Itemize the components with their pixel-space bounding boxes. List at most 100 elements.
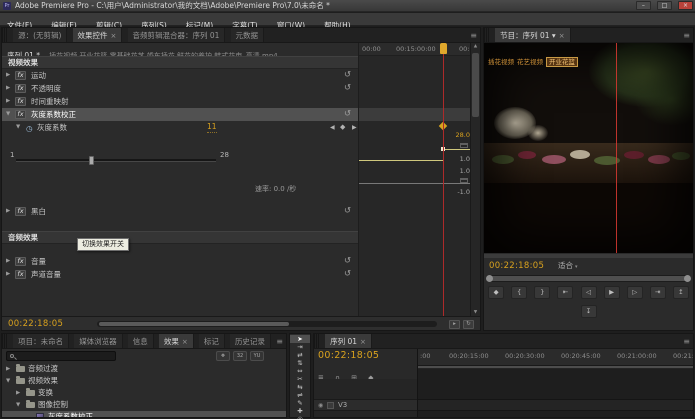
rolling-edit-tool[interactable]: ⇅ xyxy=(290,359,310,367)
gamma-slider-handle[interactable] xyxy=(89,156,94,165)
panel-drag-handle[interactable] xyxy=(2,28,8,43)
tab-close-icon[interactable]: × xyxy=(111,32,117,40)
panel-menu-icon[interactable]: ≡ xyxy=(683,28,690,43)
tab-close-icon[interactable]: × xyxy=(360,338,366,346)
expand-icon[interactable]: ▶ xyxy=(6,82,10,95)
collapse-icon[interactable]: ▼ xyxy=(16,121,20,134)
add-keyframe-icon[interactable]: ◆ xyxy=(340,121,345,134)
stopwatch-icon[interactable]: ◷ xyxy=(26,122,33,135)
effect-controls-keyframe-area[interactable]: 00:00 00:15:00:00 00:3 28.0 1.0 1.0 -1.0 xyxy=(358,43,472,316)
timeline-timecode[interactable]: 00:22:18:05 xyxy=(318,350,379,361)
play-icon[interactable]: ▸ xyxy=(449,320,460,329)
timeline-ruler[interactable]: :00 00:20:15:00 00:20:30:00 00:20:45:00 … xyxy=(418,349,693,366)
close-button[interactable]: × xyxy=(678,1,693,10)
fx-toggle-icon[interactable]: fx xyxy=(15,71,26,80)
slip-tool[interactable]: ⇆ xyxy=(290,383,310,391)
track-v3-lane[interactable] xyxy=(418,399,693,411)
expand-icon[interactable]: ▶ xyxy=(6,69,10,82)
tab-effect-controls[interactable]: 效果控件× xyxy=(73,28,123,43)
tab-metadata[interactable]: 元数据 xyxy=(231,28,265,43)
tab-project[interactable]: 项目：未命名 xyxy=(13,334,69,349)
effect-row-opacity[interactable]: ▶ fx 不透明度 ↺ xyxy=(2,82,358,95)
fx-toggle-icon[interactable]: fx xyxy=(15,270,26,279)
tab-audio-clip-mixer[interactable]: 音频剪辑混合器：序列 01 xyxy=(128,28,226,43)
track-select-tool[interactable]: ⇥ xyxy=(290,343,310,351)
step-forward-button[interactable]: ▷ xyxy=(627,286,643,299)
tab-effects[interactable]: 效果× xyxy=(159,334,194,349)
maximize-button[interactable]: □ xyxy=(657,1,672,10)
extract-button[interactable]: ↧ xyxy=(581,305,597,318)
expand-icon[interactable]: ▶ xyxy=(6,363,10,375)
fx-toggle-icon[interactable]: fx xyxy=(15,207,26,216)
zoom-scrollbar[interactable] xyxy=(486,275,691,282)
panel-menu-icon[interactable]: ≡ xyxy=(470,28,477,43)
hand-tool[interactable]: ✚ xyxy=(290,407,310,415)
effects-search-input[interactable] xyxy=(6,351,116,361)
effect-row-black-white[interactable]: ▶ fx 黑白 ↺ xyxy=(2,205,358,218)
scroll-up-icon[interactable]: ▲ xyxy=(471,44,480,49)
chevron-down-icon[interactable]: ▾ xyxy=(552,31,556,40)
tab-close-icon[interactable]: × xyxy=(559,32,565,40)
collapse-icon[interactable]: ▼ xyxy=(6,108,10,121)
pen-tool[interactable]: ✎ xyxy=(290,399,310,407)
track-header-v3[interactable]: ◉ V3 xyxy=(314,399,417,411)
graph-resize-grip[interactable] xyxy=(460,143,468,148)
track-lock-icon[interactable] xyxy=(327,402,334,409)
expand-icon[interactable]: ▶ xyxy=(6,95,10,108)
tree-item-image-control[interactable]: ▼ 图像控制 xyxy=(2,399,286,411)
go-to-in-button[interactable]: ⇤ xyxy=(557,286,573,299)
ripple-edit-tool[interactable]: ⇄ xyxy=(290,351,310,359)
program-timecode[interactable]: 00:22:18:05 xyxy=(489,259,544,273)
expand-icon[interactable]: ▶ xyxy=(6,255,10,268)
reset-icon[interactable]: ↺ xyxy=(344,108,351,121)
gamma-slider[interactable] xyxy=(16,159,216,162)
playhead-line[interactable] xyxy=(443,54,444,316)
fx-toggle-icon[interactable]: fx xyxy=(15,257,26,266)
effect-row-volume[interactable]: ▶ fx 音量 ↺ xyxy=(2,255,358,268)
step-back-button[interactable]: ◁ xyxy=(581,286,597,299)
lift-button[interactable]: ↥ xyxy=(673,286,689,299)
add-marker-button[interactable]: ◆ xyxy=(488,286,504,299)
accelerated-effects-filter-icon[interactable]: ❖ xyxy=(216,351,230,361)
tab-history[interactable]: 历史记录 xyxy=(230,334,271,349)
tab-source-monitor[interactable]: 源：(无剪辑) xyxy=(13,28,67,43)
tab-markers[interactable]: 标记 xyxy=(199,334,225,349)
scroll-down-icon[interactable]: ▼ xyxy=(471,310,480,315)
scrollbar-thumb[interactable] xyxy=(472,53,479,117)
graph-resize-grip[interactable] xyxy=(460,178,468,183)
fx-toggle-icon[interactable]: fx xyxy=(15,97,26,106)
mark-in-button[interactable]: { xyxy=(511,286,527,299)
fx-toggle-icon[interactable]: fx xyxy=(15,110,26,119)
collapse-icon[interactable]: ▼ xyxy=(6,375,10,387)
effect-row-motion[interactable]: ▶ fx 运动 ↺ xyxy=(2,69,358,82)
tab-close-icon[interactable]: × xyxy=(182,338,188,346)
effect-controls-timecode[interactable]: 00:22:18:05 xyxy=(8,317,63,331)
monitor-marker-strip[interactable] xyxy=(484,253,693,258)
effect-row-gamma-correction[interactable]: ▼ fx 灰度系数校正 ↺ xyxy=(2,108,358,121)
panel-drag-handle[interactable] xyxy=(314,334,320,349)
rate-stretch-tool[interactable]: ⇔ xyxy=(290,367,310,375)
tab-media-browser[interactable]: 媒体浏览器 xyxy=(74,334,123,349)
zoom-scrollbar-thumb[interactable] xyxy=(487,276,690,281)
tab-program-monitor[interactable]: 节目：序列 01 ▾× xyxy=(495,28,570,43)
minimize-button[interactable]: – xyxy=(636,1,651,10)
collapse-icon[interactable]: ▼ xyxy=(16,399,20,411)
effect-controls-ruler[interactable]: 00:00 00:15:00:00 00:3 xyxy=(359,43,472,56)
next-keyframe-icon[interactable]: ▶ xyxy=(352,121,357,134)
razor-tool[interactable]: ✂ xyxy=(290,375,310,383)
zoom-handle-right[interactable] xyxy=(684,275,691,282)
gamma-property-row[interactable]: ▼ ◷ 灰度系数 11 ◀ ◆ ▶ xyxy=(2,121,358,134)
slide-tool[interactable]: ⇌ xyxy=(290,391,310,399)
go-to-out-button[interactable]: ⇥ xyxy=(650,286,666,299)
fx-toggle-icon[interactable]: fx xyxy=(15,84,26,93)
tree-item-video-effects[interactable]: ▼ 视频效果 xyxy=(2,375,286,387)
tab-info[interactable]: 信息 xyxy=(128,334,154,349)
zoom-handle-left[interactable] xyxy=(486,275,493,282)
selection-tool[interactable]: ➤ xyxy=(290,335,310,343)
zoom-tool[interactable]: ◎ xyxy=(290,415,310,419)
expand-icon[interactable]: ▶ xyxy=(6,205,10,218)
playhead-handle[interactable] xyxy=(440,43,447,54)
yuv-effects-filter-icon[interactable]: YU xyxy=(250,351,264,361)
reset-icon[interactable]: ↺ xyxy=(344,255,351,268)
reset-icon[interactable]: ↺ xyxy=(344,69,351,82)
